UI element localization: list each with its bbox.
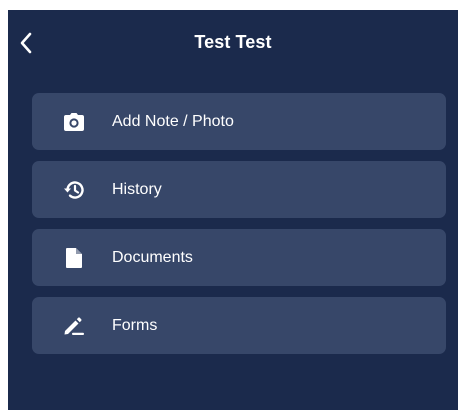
menu-item-label: Forms bbox=[112, 316, 158, 334]
menu-item-forms[interactable]: Forms bbox=[32, 297, 446, 354]
menu-item-add-note-photo[interactable]: Add Note / Photo bbox=[32, 93, 446, 150]
menu-item-label: Add Note / Photo bbox=[112, 112, 234, 130]
menu-item-label: Documents bbox=[112, 248, 193, 266]
camera-icon bbox=[62, 110, 86, 134]
document-icon bbox=[62, 246, 86, 270]
menu-item-label: History bbox=[112, 180, 162, 198]
pen-icon bbox=[62, 314, 86, 338]
history-icon bbox=[62, 178, 86, 202]
menu-list: Add Note / Photo History Documents Forms bbox=[32, 93, 446, 365]
menu-item-history[interactable]: History bbox=[32, 161, 446, 218]
page-title: Test Test bbox=[194, 32, 272, 52]
screen: Test Test Add Note / Photo History Docum… bbox=[8, 10, 458, 410]
header: Test Test bbox=[8, 10, 458, 76]
menu-item-documents[interactable]: Documents bbox=[32, 229, 446, 286]
